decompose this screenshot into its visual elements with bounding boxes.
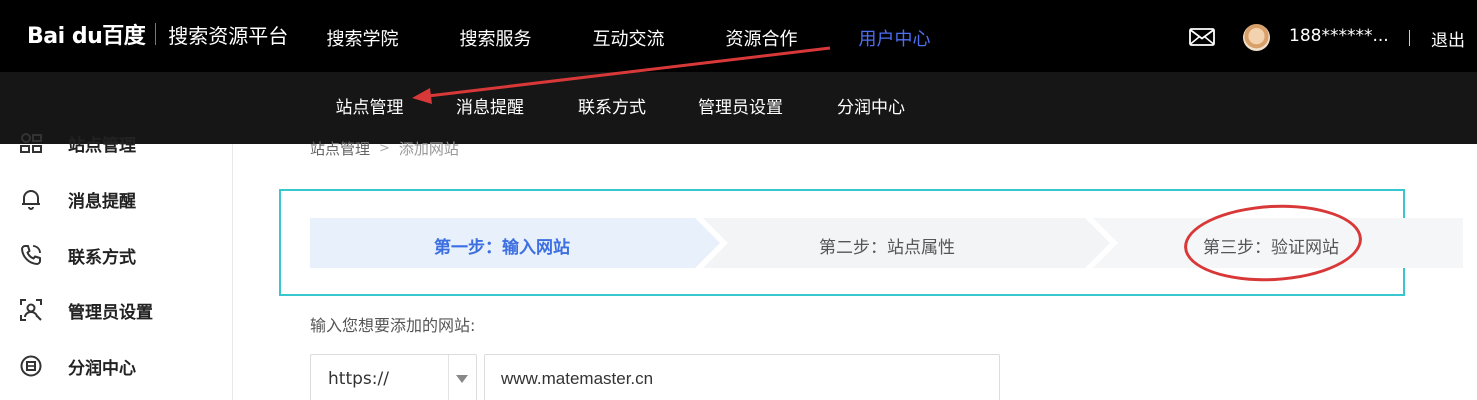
phone-icon <box>18 242 44 268</box>
logout-button[interactable]: 退出 <box>1431 26 1465 51</box>
step-2-label: 第二步：站点属性 <box>819 238 955 258</box>
nav-item-resource-cooperation[interactable]: 资源合作 <box>695 0 828 72</box>
sidebar-item-label: 分润中心 <box>68 358 136 379</box>
nav-item-interaction[interactable]: 互动交流 <box>562 0 695 72</box>
step-1-label: 第一步：输入网站 <box>434 238 570 258</box>
caret-down-icon[interactable] <box>456 375 468 383</box>
subnav-item-revenue-share[interactable]: 分润中心 <box>837 72 905 144</box>
site-url-input[interactable] <box>484 354 1000 400</box>
top-navigation-bar: Bai du百度 搜索资源平台 搜索学院 搜索服务 互动交流 资源合作 用户中心… <box>0 0 1477 72</box>
sidebar-item-label: 联系方式 <box>68 247 136 268</box>
avatar[interactable] <box>1243 24 1270 51</box>
bell-icon <box>18 186 44 212</box>
baidu-logo-mark: Bai du百度 <box>27 24 146 49</box>
baidu-logo[interactable]: Bai du百度 搜索资源平台 <box>27 14 288 54</box>
sidebar-item-contact[interactable]: 联系方式 <box>18 240 136 270</box>
nav-item-search-academy[interactable]: 搜索学院 <box>296 0 429 72</box>
protocol-select[interactable]: https:// <box>310 354 477 400</box>
sidebar-item-label: 站点管理 <box>68 135 136 156</box>
sidebar-item-revenue-share[interactable]: 分润中心 <box>18 351 136 381</box>
breadcrumb-current: 添加网站 <box>398 140 459 158</box>
sidebar-item-label: 管理员设置 <box>68 302 153 323</box>
left-sidebar: 站点管理 消息提醒 联系方式 管理员设置 分润中心 <box>0 133 233 400</box>
select-divider <box>448 355 449 400</box>
mail-icon[interactable] <box>1189 28 1215 46</box>
header-divider <box>1409 30 1410 46</box>
nav-item-search-services[interactable]: 搜索服务 <box>429 0 562 72</box>
sidebar-item-site-management[interactable]: 站点管理 <box>18 128 136 158</box>
sidebar-item-messages[interactable]: 消息提醒 <box>18 184 136 214</box>
logo-divider <box>155 23 157 45</box>
sidebar-item-admin-settings[interactable]: 管理员设置 <box>18 295 153 325</box>
subnav-item-admin-settings[interactable]: 管理员设置 <box>698 72 783 144</box>
revenue-share-icon <box>18 353 44 379</box>
subnav-item-messages[interactable]: 消息提醒 <box>456 72 524 144</box>
subnav-item-contact[interactable]: 联系方式 <box>578 72 646 144</box>
breadcrumb: 站点管理 > 添加网站 <box>310 138 459 159</box>
protocol-value: https:// <box>328 369 389 389</box>
main-nav: 搜索学院 搜索服务 互动交流 资源合作 用户中心 <box>296 0 961 72</box>
sidebar-item-label: 消息提醒 <box>68 191 136 212</box>
user-center-dropdown: 站点管理 消息提醒 联系方式 管理员设置 分润中心 <box>0 72 1477 144</box>
breadcrumb-root[interactable]: 站点管理 <box>310 138 370 159</box>
admin-settings-icon <box>18 297 44 323</box>
platform-title: 搜索资源平台 <box>168 23 289 48</box>
site-manage-icon <box>18 130 44 156</box>
add-site-prompt: 输入您想要添加的网站: <box>310 316 476 335</box>
breadcrumb-chevron-icon: > <box>379 141 390 156</box>
nav-item-user-center[interactable]: 用户中心 <box>828 0 961 72</box>
user-name[interactable]: 188******... <box>1289 26 1389 46</box>
